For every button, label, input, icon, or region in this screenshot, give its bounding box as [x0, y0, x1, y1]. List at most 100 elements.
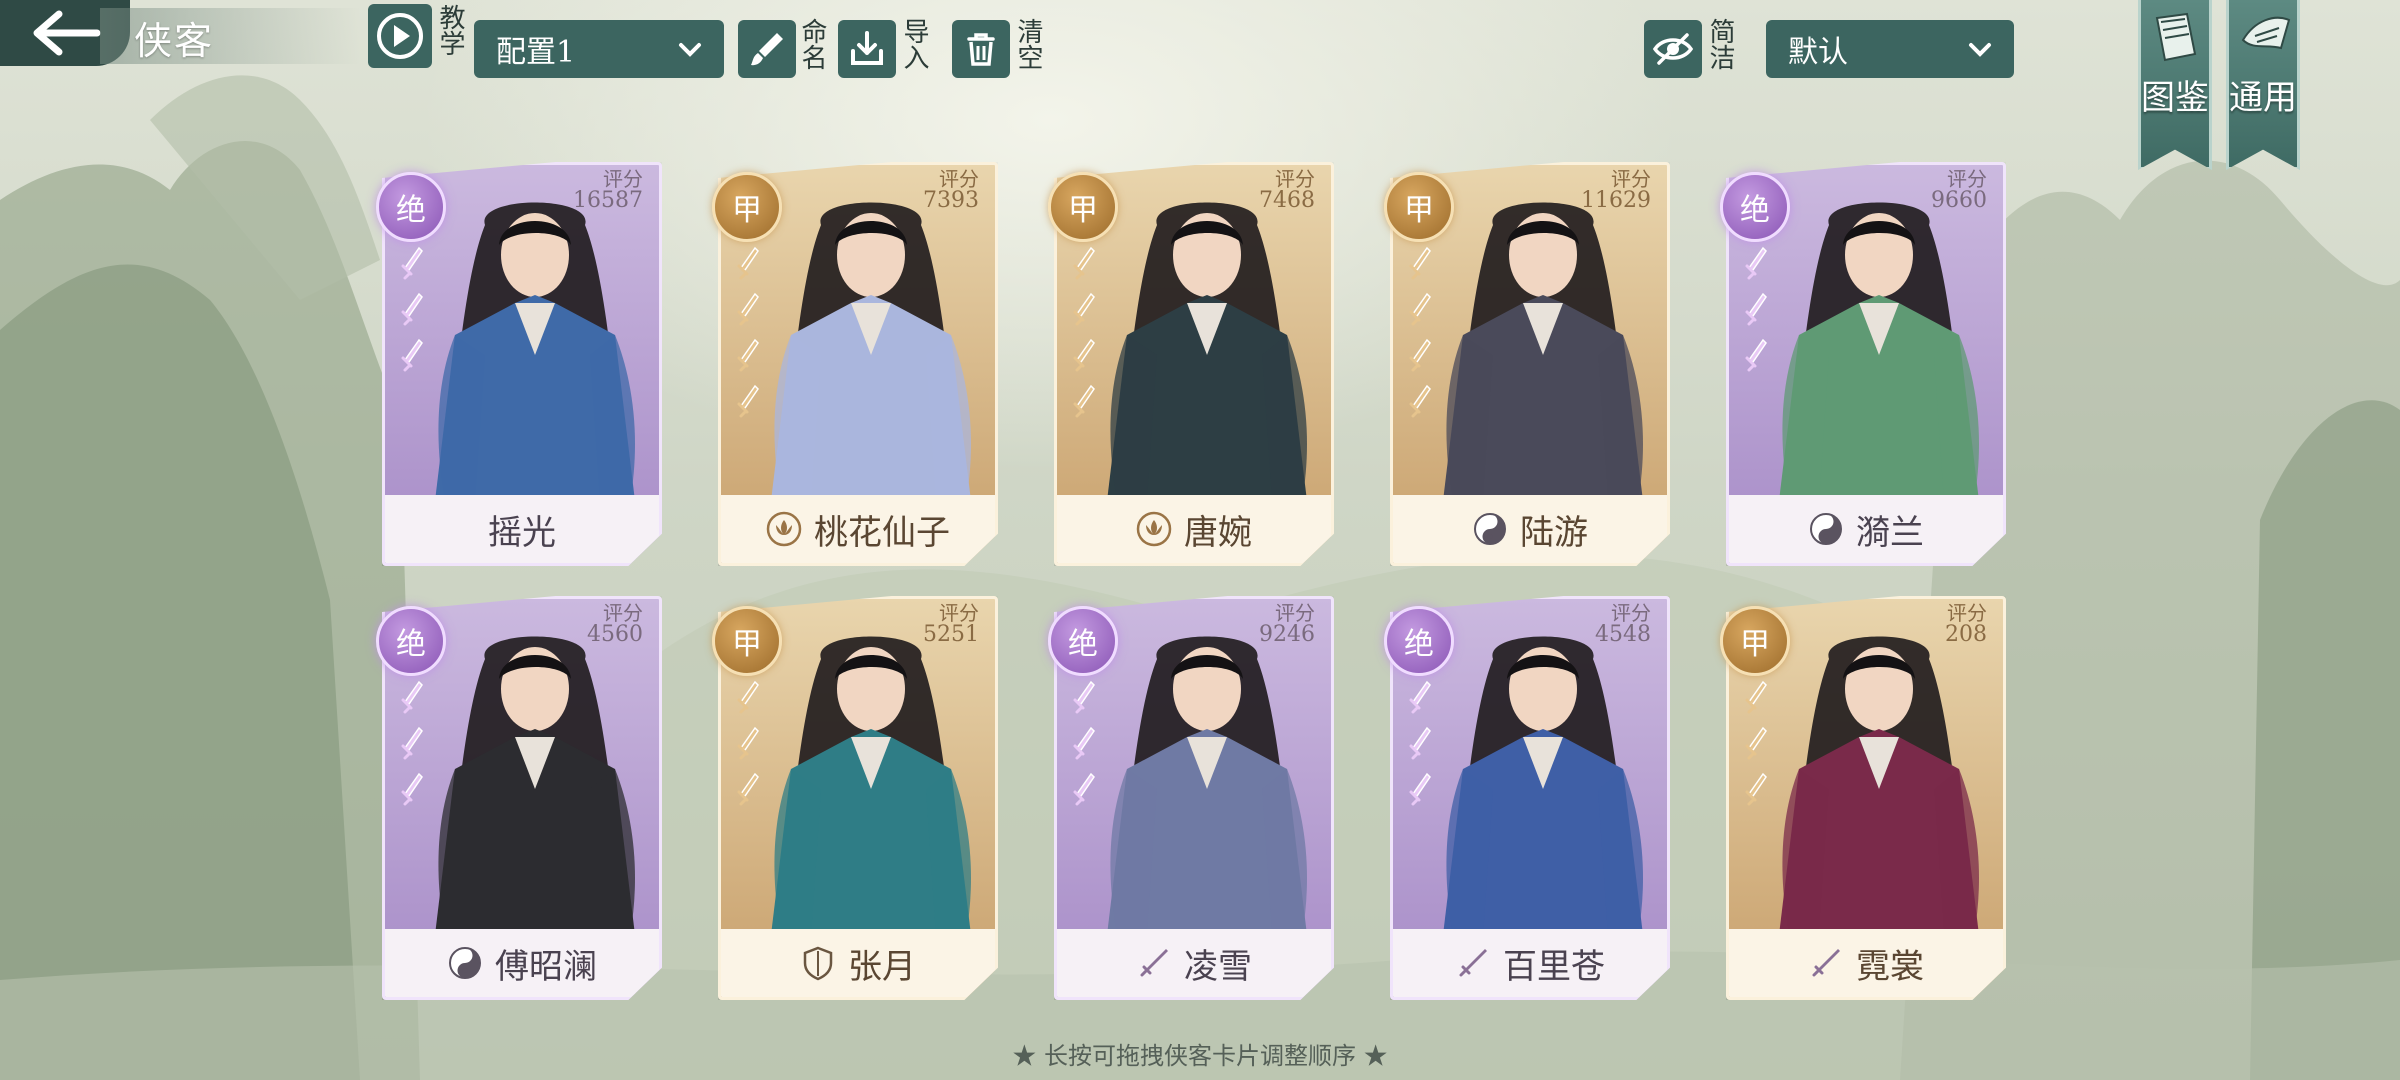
hero-score: 评分 7393 — [923, 167, 979, 213]
sword-icon — [1459, 949, 1487, 977]
star-column — [392, 680, 432, 812]
yin-yang-icon — [449, 947, 481, 979]
star-sword-icon — [1745, 726, 1767, 760]
hero-name-bar: 百里苍 — [1393, 929, 1667, 997]
star-column — [728, 680, 768, 812]
hero-score: 评分 5251 — [923, 603, 979, 646]
hero-card[interactable]: 评分 9246 凌雪 绝 — [1048, 596, 1334, 1000]
rank-badge: 绝 — [1384, 606, 1454, 676]
star-sword-icon — [737, 246, 759, 280]
star-sword-icon — [401, 246, 423, 280]
hero-card[interactable]: 评分 11629 陆游 甲 — [1384, 162, 1670, 566]
tutorial-button[interactable] — [368, 4, 432, 68]
simple-view-label: 简洁 — [1705, 18, 1735, 70]
rename-button[interactable] — [738, 20, 796, 78]
star-sword-icon — [401, 726, 423, 760]
hero-name-bar: 傅昭澜 — [385, 929, 659, 997]
chevron-down-icon — [1969, 43, 1991, 57]
clear-label: 清空 — [1013, 18, 1043, 70]
score-label: 评分 — [1275, 601, 1315, 625]
drag-hint: ★ 长按可拖拽侠客卡片调整顺序 ★ — [1012, 1042, 1388, 1070]
star-sword-icon — [1409, 726, 1431, 760]
star-sword-icon — [1073, 246, 1095, 280]
hero-name: 桃花仙子 — [814, 512, 950, 553]
rank-badge: 绝 — [1720, 172, 1790, 242]
star-column — [1064, 680, 1104, 812]
rank-badge: 绝 — [376, 172, 446, 242]
hero-portrait — [1779, 636, 1979, 935]
sort-select[interactable]: 默认 — [1766, 20, 2014, 78]
hero-portrait — [1779, 202, 1979, 501]
hero-card[interactable]: 评分 7393 桃花仙子 甲 — [712, 162, 998, 566]
hero-name-bar: 漪兰 — [1729, 495, 2003, 563]
star-sword-icon — [1409, 338, 1431, 372]
hero-portrait — [435, 202, 635, 501]
star-sword-icon — [1409, 772, 1431, 806]
star-column — [1400, 246, 1440, 424]
score-value: 9246 — [1259, 622, 1315, 647]
score-label: 评分 — [1611, 601, 1651, 625]
star-sword-icon — [737, 384, 759, 418]
hero-name-bar: 霓裳 — [1729, 929, 2003, 997]
hero-portrait — [1443, 636, 1643, 935]
hero-name: 摇光 — [488, 512, 556, 553]
sword-icon — [1140, 949, 1168, 977]
score-value: 7393 — [923, 188, 979, 213]
star-sword-icon — [737, 680, 759, 714]
score-label: 评分 — [603, 601, 643, 625]
star-sword-icon — [1745, 338, 1767, 372]
rank-badge: 绝 — [1048, 606, 1118, 676]
rank-badge: 甲 — [712, 172, 782, 242]
hero-name-bar: 凌雪 — [1057, 929, 1331, 997]
hero-name: 傅昭澜 — [495, 946, 597, 987]
star-sword-icon — [737, 338, 759, 372]
hero-score: 评分 9660 — [1931, 169, 1987, 212]
yin-yang-icon — [1810, 513, 1842, 545]
eye-hidden-icon — [1652, 33, 1694, 65]
config-select[interactable]: 配置1 — [474, 20, 724, 78]
clear-button[interactable] — [952, 20, 1010, 78]
hero-name-bar: 陆游 — [1393, 495, 1667, 563]
star-sword-icon — [401, 292, 423, 326]
star-sword-icon — [1745, 246, 1767, 280]
star-column — [392, 246, 432, 378]
score-label: 评分 — [1611, 167, 1651, 191]
star-sword-icon — [1073, 726, 1095, 760]
star-column — [1736, 246, 1776, 378]
hero-card[interactable]: 评分 16587 摇光 绝 — [376, 162, 662, 566]
star-sword-icon — [1073, 384, 1095, 418]
import-button[interactable] — [838, 20, 896, 78]
hero-score: 评分 4560 — [587, 601, 643, 646]
star-column — [728, 246, 768, 424]
hero-name-bar: 桃花仙子 — [721, 495, 995, 563]
score-label: 评分 — [1275, 167, 1315, 191]
star-sword-icon — [401, 338, 423, 372]
star-column — [1400, 680, 1440, 812]
score-label: 评分 — [939, 167, 979, 191]
hero-card[interactable]: 评分 9660 漪兰 绝 — [1720, 162, 2006, 566]
simple-view-button[interactable] — [1644, 20, 1702, 78]
star-sword-icon — [1745, 292, 1767, 326]
hero-card[interactable]: 评分 4548 百里苍 绝 — [1384, 596, 1670, 1000]
hero-card[interactable]: 评分 7468 唐婉 甲 — [1048, 162, 1334, 566]
hero-name: 张月 — [848, 946, 916, 987]
hero-card[interactable]: 评分 4560 傅昭澜 绝 — [376, 596, 662, 1000]
back-arrow-icon — [33, 10, 101, 56]
sort-select-value: 默认 — [1788, 35, 1848, 70]
star-sword-icon — [1073, 292, 1095, 326]
hero-portrait — [771, 202, 971, 501]
hero-portrait — [1107, 636, 1307, 935]
score-value: 208 — [1945, 622, 1987, 647]
hero-portrait — [771, 636, 971, 935]
star-column — [1736, 680, 1776, 812]
score-value: 7468 — [1259, 188, 1315, 213]
star-sword-icon — [1409, 292, 1431, 326]
hero-card[interactable]: 评分 5251 张月 甲 — [712, 596, 998, 1000]
tutorial-label: 教学 — [435, 4, 465, 56]
star-sword-icon — [1409, 384, 1431, 418]
hero-portrait — [1107, 202, 1307, 501]
hero-name-bar: 唐婉 — [1057, 495, 1331, 563]
hero-card[interactable]: 评分 208 霓裳 甲 — [1720, 596, 2006, 1000]
hero-name: 唐婉 — [1184, 512, 1252, 553]
hero-score: 评分 11629 — [1581, 167, 1651, 212]
